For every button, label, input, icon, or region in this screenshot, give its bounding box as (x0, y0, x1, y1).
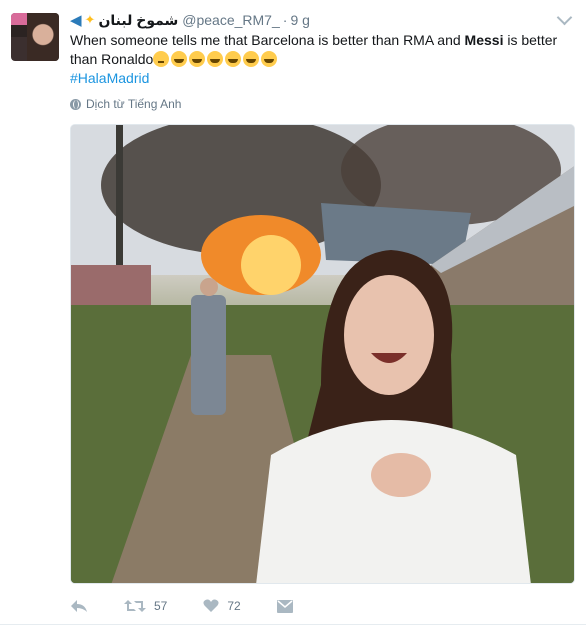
tweet: ◀ ✦ شموخ لبنان @peace_RM7_ · 9 g When so… (0, 0, 586, 625)
reply-icon (71, 600, 87, 612)
avatar-tile (11, 25, 27, 37)
translate-label: Dịch từ Tiếng Anh (86, 97, 182, 111)
man-head (200, 278, 218, 296)
running-man (191, 295, 226, 415)
avatar[interactable] (11, 13, 59, 61)
retweet-icon (124, 600, 146, 612)
heart-icon (203, 599, 219, 612)
fire-core (241, 235, 301, 295)
laughing-emoji-icon (189, 51, 206, 67)
like-count: 72 (227, 599, 241, 613)
tweet-timestamp[interactable]: 9 g (290, 12, 309, 28)
retweet-count: 57 (154, 599, 168, 613)
avatar-left-column (11, 13, 27, 37)
photo-scene (71, 125, 574, 583)
tweet-header: ◀ ✦ شموخ لبنان @peace_RM7_ · 9 g (70, 10, 566, 30)
display-name-text: شموخ لبنان (98, 11, 179, 28)
avatar-tile (11, 13, 27, 25)
woman-hand (371, 453, 431, 497)
hashtag-link[interactable]: #HalaMadrid (70, 70, 149, 86)
eye-roll-emoji-icon (153, 51, 170, 67)
laughing-emoji-icon (243, 51, 260, 67)
sparkles-icon: ✦ (84, 12, 96, 27)
tweet-text: When someone tells me that Barcelona is … (70, 31, 570, 69)
laughing-emoji-icon (225, 51, 242, 67)
translate-link[interactable]: Dịch từ Tiếng Anh (70, 97, 181, 111)
laughing-emoji-icon (261, 51, 278, 67)
red-building (71, 265, 151, 305)
tweet-actions: 57 72 (70, 595, 329, 617)
laughing-emoji-icon (207, 51, 224, 67)
retweet-button[interactable]: 57 (124, 599, 167, 613)
tweet-photo[interactable] (70, 124, 575, 584)
reply-button[interactable] (70, 599, 88, 613)
display-name[interactable]: ◀ ✦ شموخ لبنان (70, 11, 179, 30)
woman-face (344, 275, 434, 395)
user-handle[interactable]: @peace_RM7_ (182, 12, 280, 28)
tweet-text-bold: Messi (464, 32, 504, 48)
tweet-text-part: When someone tells me that Barcelona is … (70, 32, 465, 48)
separator-dot: · (282, 12, 288, 28)
message-icon (276, 599, 293, 613)
woman-shirt (256, 420, 531, 583)
like-button[interactable]: 72 (203, 599, 241, 613)
globe-icon (70, 98, 81, 110)
direct-message-button[interactable] (276, 599, 293, 613)
avatar-face (27, 13, 59, 61)
dolphin-icon: ◀ (70, 12, 82, 29)
laughing-emoji-icon (171, 51, 188, 67)
